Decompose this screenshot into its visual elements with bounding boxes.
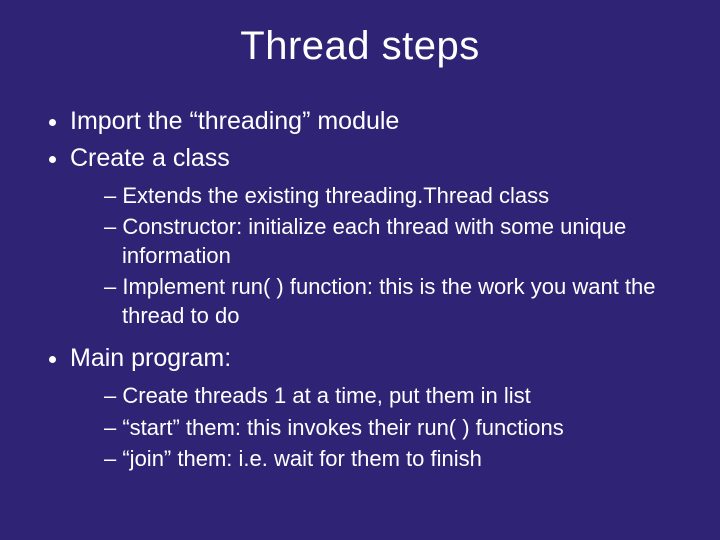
sub-list-class: Extends the existing threading.Thread cl… (70, 182, 690, 331)
bullet-list: Import the “threading” module Create a c… (30, 105, 690, 474)
sub-join: “join” them: i.e. wait for them to finis… (104, 445, 690, 474)
sub-constructor: Constructor: initialize each thread with… (104, 213, 690, 270)
slide: Thread steps Import the “threading” modu… (0, 0, 720, 540)
sub-create-threads: Create threads 1 at a time, put them in … (104, 382, 690, 411)
bullet-import: Import the “threading” module (70, 105, 690, 139)
bullet-create-class: Create a class Extends the existing thre… (70, 142, 690, 331)
bullet-create-class-text: Create a class (70, 144, 230, 172)
sub-list-main: Create threads 1 at a time, put them in … (70, 382, 690, 474)
slide-title: Thread steps (30, 24, 690, 69)
sub-run: Implement run( ) function: this is the w… (104, 273, 690, 330)
bullet-main-program-text: Main program: (70, 344, 231, 372)
sub-start: “start” them: this invokes their run( ) … (104, 414, 690, 443)
bullet-main-program: Main program: Create threads 1 at a time… (70, 342, 690, 474)
sub-extends: Extends the existing threading.Thread cl… (104, 182, 690, 211)
